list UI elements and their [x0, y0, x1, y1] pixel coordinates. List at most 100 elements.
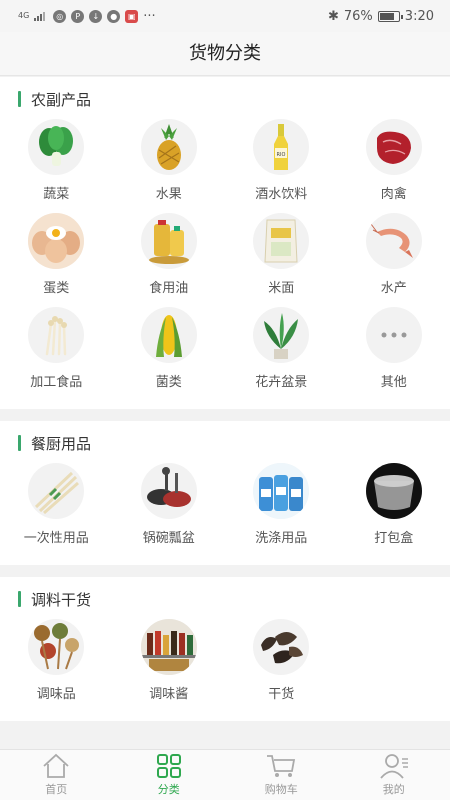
status-bar: 4G ◎ P ↓ ● ▣ ··· ✱ 76% 3:20 [0, 0, 450, 32]
tab-cart[interactable]: 购物车 [225, 750, 338, 800]
bottom-tab-bar: 首页 分类 购物车 我的 [0, 749, 450, 800]
category-takeout-box[interactable]: 打包盒 [338, 463, 450, 557]
clock: 3:20 [404, 8, 434, 24]
more-notifications: ··· [143, 8, 156, 24]
section-accent-bar [18, 591, 21, 607]
dried-fungus-icon [253, 619, 310, 675]
category-label: 调味品 [36, 687, 76, 702]
category-eggs[interactable]: 蛋类 [0, 213, 113, 307]
user-icon [380, 754, 408, 779]
bluetooth-icon: ✱ [327, 8, 339, 24]
category-label: 锅碗瓢盆 [142, 531, 195, 546]
category-sauces[interactable]: 调味酱 [113, 619, 226, 713]
page-title: 货物分类 [0, 32, 450, 76]
cookware-icon [140, 463, 197, 519]
tab-home[interactable]: 首页 [0, 750, 113, 800]
category-fruit[interactable]: 水果 [113, 119, 226, 213]
section-agricultural: 农副产品 蔬菜 水果 RIO 酒水饮料 肉禽 蛋类 食用油 米面 水产 加工食品… [0, 77, 450, 409]
category-other[interactable]: 其他 [338, 307, 450, 401]
corn-icon [140, 307, 197, 363]
more-dots-icon [365, 307, 422, 363]
meat-icon [365, 119, 422, 175]
category-dry-goods[interactable]: 干货 [225, 619, 338, 713]
category-label: 水产 [380, 281, 407, 296]
category-aquatic[interactable]: 水产 [338, 213, 450, 307]
category-label: 一次性用品 [23, 531, 89, 546]
notification-icon-4: ● [107, 9, 121, 23]
category-cooking-oil[interactable]: 食用油 [113, 213, 226, 307]
category-disposables[interactable]: 一次性用品 [0, 463, 113, 557]
category-label: 菌类 [155, 375, 182, 390]
section-kitchenware: 餐厨用品 一次性用品 锅碗瓢盆 洗涤用品 打包盒 [0, 421, 450, 565]
network-label: 4G [18, 11, 30, 20]
category-label: 调味酱 [149, 687, 189, 702]
category-label: 蔬菜 [43, 187, 70, 202]
category-label: 花卉盆景 [255, 375, 308, 390]
category-processed-food[interactable]: 加工食品 [0, 307, 113, 401]
notification-icon-5: ▣ [125, 9, 139, 23]
notification-icon-1: ◎ [53, 9, 67, 23]
notification-icon-2: P [71, 9, 85, 23]
category-meat[interactable]: 肉禽 [338, 119, 450, 213]
status-right: ✱ 76% 3:20 [328, 9, 434, 24]
category-label: 其他 [380, 375, 407, 390]
category-label: 打包盒 [374, 531, 414, 546]
tab-label: 首页 [45, 783, 68, 796]
shrimp-icon [365, 213, 422, 269]
category-label: 酒水饮料 [255, 187, 308, 202]
takeout-box-icon [365, 463, 422, 519]
battery-icon [377, 10, 403, 22]
tab-label: 分类 [157, 783, 180, 796]
category-flowers-plants[interactable]: 花卉盆景 [225, 307, 338, 401]
chopsticks-icon [28, 463, 85, 519]
section-title: 调料干货 [0, 589, 450, 609]
tab-label: 我的 [382, 783, 405, 796]
section-title: 农副产品 [0, 89, 450, 109]
category-label: 水果 [155, 187, 182, 202]
category-beverage[interactable]: RIO 酒水饮料 [225, 119, 338, 213]
section-accent-bar [18, 435, 21, 451]
status-left: 4G ◎ P ↓ ● ▣ ··· [18, 9, 156, 24]
tab-label: 购物车 [264, 783, 298, 796]
eggs-icon [28, 213, 85, 269]
category-label: 食用油 [149, 281, 189, 296]
pineapple-icon [140, 119, 197, 175]
category-condiments[interactable]: 调味品 [0, 619, 113, 713]
category-detergent[interactable]: 洗涤用品 [225, 463, 338, 557]
section-accent-bar [18, 91, 21, 107]
category-label: 肉禽 [380, 187, 407, 202]
grid-icon [156, 754, 181, 778]
category-label: 干货 [268, 687, 295, 702]
category-label: 加工食品 [30, 375, 83, 390]
category-label: 蛋类 [43, 281, 70, 296]
svg-text:RIO: RIO [277, 152, 286, 158]
category-label: 米面 [268, 281, 295, 296]
category-vegetable[interactable]: 蔬菜 [0, 119, 113, 213]
spice-spoons-icon [28, 619, 85, 675]
section-title-text: 餐厨用品 [31, 434, 92, 453]
section-seasoning: 调料干货 调味品 调味酱 干货 [0, 577, 450, 721]
cart-icon [267, 755, 296, 777]
category-label: 洗涤用品 [255, 531, 308, 546]
vegetable-icon [28, 119, 85, 175]
signal-icon [34, 12, 46, 21]
tab-category[interactable]: 分类 [113, 750, 226, 800]
section-title-text: 调料干货 [31, 590, 92, 609]
beverage-bottle-icon: RIO [253, 119, 310, 175]
tab-profile[interactable]: 我的 [338, 750, 450, 800]
notification-icon-3: ↓ [89, 9, 103, 23]
mushroom-icon [28, 307, 85, 363]
category-list[interactable]: 农副产品 蔬菜 水果 RIO 酒水饮料 肉禽 蛋类 食用油 米面 水产 加工食品… [0, 77, 450, 749]
detergent-bottles-icon [253, 463, 310, 519]
sauce-shelf-icon [140, 619, 197, 675]
cooking-oil-icon [140, 213, 197, 269]
rice-bag-icon [253, 213, 310, 269]
section-title-text: 农副产品 [31, 90, 92, 109]
potted-plant-icon [253, 307, 310, 363]
category-rice-flour[interactable]: 米面 [225, 213, 338, 307]
section-title: 餐厨用品 [0, 433, 450, 453]
home-icon [43, 753, 69, 778]
category-cookware[interactable]: 锅碗瓢盆 [113, 463, 226, 557]
battery-percent: 76% [343, 8, 373, 24]
category-fungi[interactable]: 菌类 [113, 307, 226, 401]
